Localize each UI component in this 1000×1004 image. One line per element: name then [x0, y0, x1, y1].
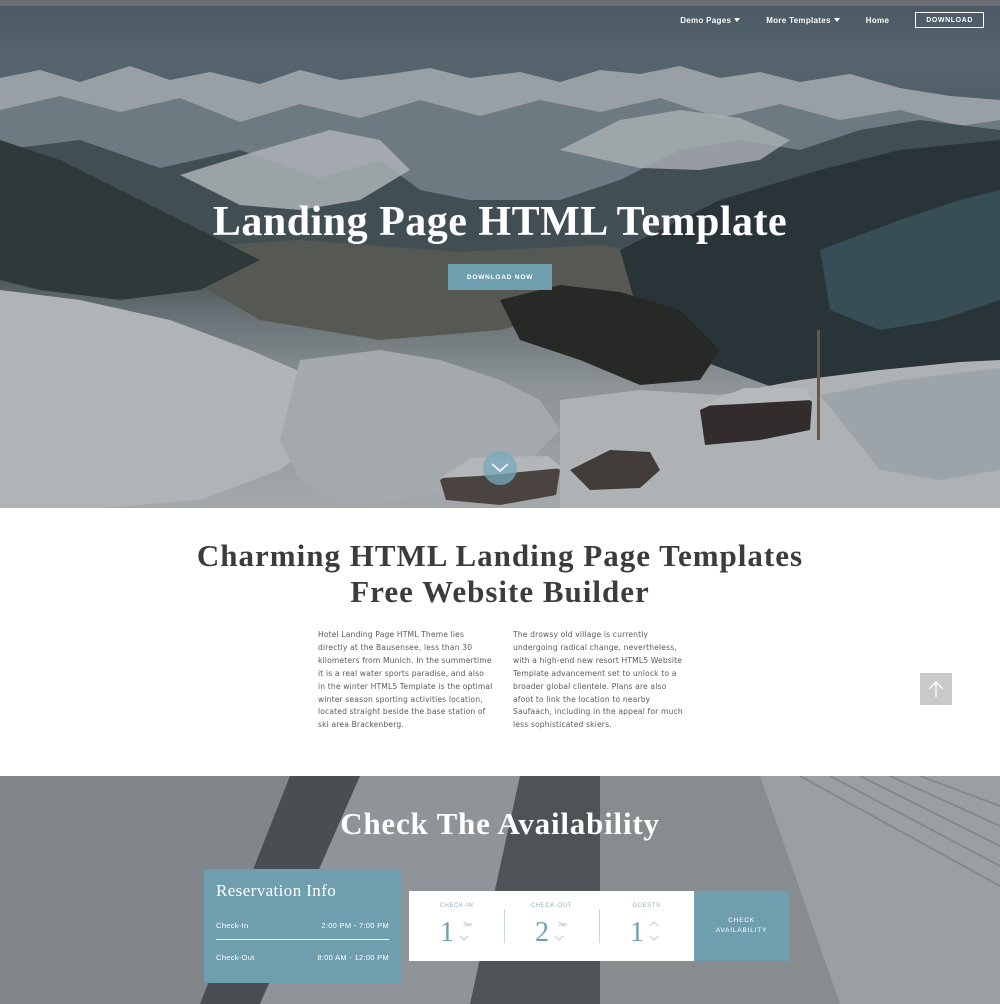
checkin-stepper [459, 921, 469, 947]
back-to-top-button[interactable] [920, 673, 952, 705]
chevron-down-icon [554, 935, 564, 941]
checkout-day-value: 2 [535, 917, 549, 948]
nav-item-label: More Templates [766, 15, 831, 25]
checkin-field-label: CHECK-IN [439, 903, 474, 909]
check-availability-button[interactable]: CHECK AVAILABILITY [694, 891, 789, 961]
guests-decrement-button[interactable] [649, 935, 659, 945]
intro-title-line1: Charming HTML Landing Page Templates [196, 538, 804, 573]
availability-title: Check The Availability [340, 806, 660, 841]
checkout-time: 8:00 AM - 12:00 PM [317, 953, 389, 962]
checkin-decrement-button[interactable] [459, 935, 469, 945]
checkin-date-picker[interactable]: CHECK-IN 1 Jan [409, 891, 504, 961]
nav-item-label: Home [865, 15, 890, 25]
guests-picker[interactable]: GUESTS 1 [599, 891, 694, 961]
availability-section: Check The Availability Reservation Info … [0, 776, 1000, 1004]
browser-top-strip [0, 0, 1000, 6]
reservation-divider [216, 939, 389, 940]
checkout-decrement-button[interactable] [554, 935, 564, 945]
download-button[interactable]: DOWNLOAD [915, 12, 984, 28]
hero-title: Landing Page HTML Template [212, 199, 788, 245]
booking-form: CHECK-IN 1 Jan CHECK-OUT 2 Jan GUESTS 1 [409, 891, 694, 961]
guests-stepper [649, 921, 659, 947]
intro-paragraph-right: The drowsy old village is currently unde… [513, 630, 683, 730]
intro-section: Charming HTML Landing Page Templates Fre… [0, 508, 1000, 776]
checkout-field-label: CHECK-OUT [530, 903, 573, 909]
chevron-down-icon [459, 935, 469, 941]
checkout-stepper [554, 921, 564, 947]
reservation-info-title: Reservation Info [216, 881, 337, 900]
arrow-up-icon [928, 681, 944, 697]
intro-title-line2: Free Website Builder [350, 574, 650, 609]
nav-item-demo-pages[interactable]: Demo Pages [680, 15, 741, 25]
chevron-up-icon [649, 921, 659, 927]
caret-down-icon [833, 18, 840, 22]
intro-paragraph-left: Hotel Landing Page HTML Theme lies direc… [318, 630, 493, 730]
nav-item-label: Demo Pages [680, 15, 732, 25]
nav-item-more-templates[interactable]: More Templates [766, 16, 840, 25]
checkin-time: 2:00 PM - 7:00 PM [321, 921, 389, 930]
nav-item-home[interactable]: Home [866, 16, 889, 25]
checkin-day-value: 1 [440, 917, 454, 948]
top-navigation: Demo Pages More Templates Home DOWNLOAD [654, 12, 984, 28]
chevron-down-icon [491, 463, 509, 472]
checkin-row: Check-In 2:00 PM - 7:00 PM [216, 921, 389, 930]
reservation-info-card: Reservation Info Check-In 2:00 PM - 7:00… [204, 869, 401, 983]
checkout-label: Check-Out [216, 953, 255, 962]
guests-increment-button[interactable] [649, 921, 659, 931]
guests-value: 1 [630, 917, 644, 948]
chevron-down-icon [649, 935, 659, 941]
scroll-down-button[interactable] [483, 451, 517, 485]
caret-down-icon [734, 18, 741, 22]
guests-field-label: GUESTS [632, 903, 661, 909]
hero-overlay [0, 0, 1000, 508]
intro-title: Charming HTML Landing Page Templates Fre… [0, 538, 1000, 610]
checkout-date-picker[interactable]: CHECK-OUT 2 Jan [504, 891, 599, 961]
hero-section: Demo Pages More Templates Home DOWNLOAD … [0, 0, 1000, 508]
checkout-row: Check-Out 8:00 AM - 12:00 PM [216, 953, 389, 962]
checkin-label: Check-In [216, 921, 249, 930]
download-now-button[interactable]: DOWNLOAD NOW [448, 264, 552, 290]
